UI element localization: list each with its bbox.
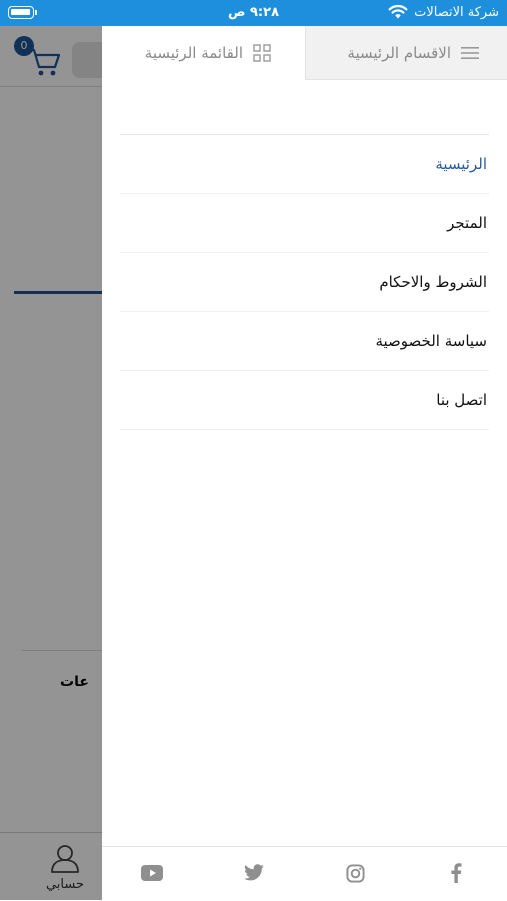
social-bar [102, 846, 507, 901]
menu-item-terms[interactable]: الشروط والاحكام [120, 253, 489, 312]
menu-item-contact[interactable]: اتصل بنا [120, 371, 489, 430]
tab-main-categories[interactable]: الاقسام الرئيسية [305, 26, 507, 80]
tab-main-menu[interactable]: القائمة الرئيسية [102, 26, 305, 80]
menu-item-home[interactable]: الرئيسية [120, 135, 489, 194]
hamburger-icon [461, 46, 479, 60]
tab-label: القائمة الرئيسية [144, 44, 243, 62]
menu-item-store[interactable]: المتجر [120, 194, 489, 253]
status-bar: ٩:٢٨ ص شركة الاتصالات [0, 0, 507, 26]
facebook-icon[interactable] [444, 861, 468, 885]
navigation-drawer: الاقسام الرئيسية القائمة الرئيسية الرئيس… [102, 26, 507, 901]
menu-item-privacy[interactable]: سياسة الخصوصية [120, 312, 489, 371]
grid-icon [253, 44, 271, 62]
instagram-icon[interactable] [343, 861, 367, 885]
tab-label: الاقسام الرئيسية [347, 43, 451, 62]
youtube-icon[interactable] [140, 861, 164, 885]
twitter-icon[interactable] [242, 861, 266, 885]
main-menu-list: الرئيسية المتجر الشروط والاحكام سياسة ال… [120, 135, 489, 430]
carrier-name: شركة الاتصالات [414, 5, 499, 20]
wifi-icon [388, 4, 408, 19]
